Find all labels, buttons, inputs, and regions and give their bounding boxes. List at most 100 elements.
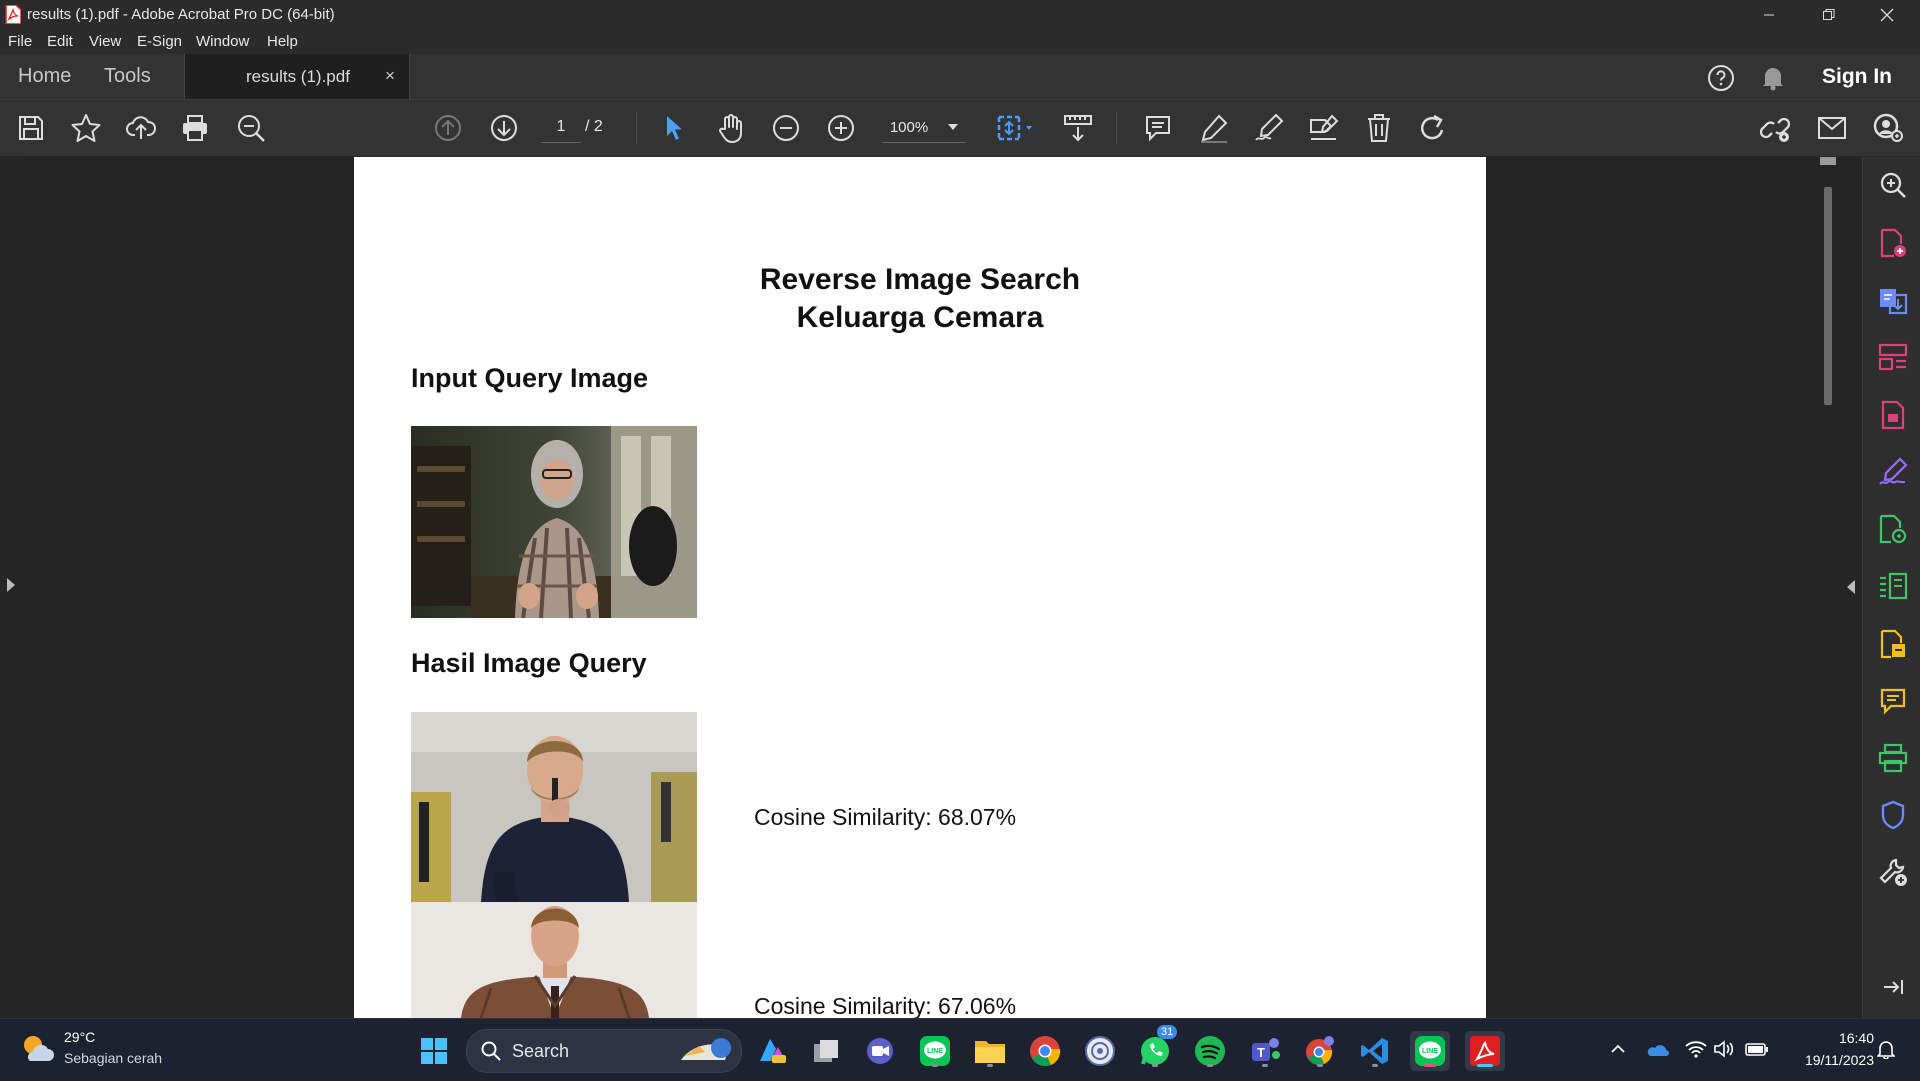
delete-trash-icon[interactable] xyxy=(1359,108,1399,148)
show-hidden-icons-chevron-icon[interactable] xyxy=(1606,1037,1630,1061)
search-zoom-icon[interactable] xyxy=(1877,169,1909,201)
zoom-search-icon[interactable] xyxy=(231,108,271,148)
copilot-preview-icon[interactable] xyxy=(752,1031,792,1071)
volume-icon[interactable] xyxy=(1712,1037,1736,1061)
input-query-image xyxy=(411,426,697,618)
comment-icon[interactable] xyxy=(1138,108,1178,148)
menu-edit[interactable]: Edit xyxy=(47,33,73,50)
result-similarity-2: Cosine Similarity: 67.06% xyxy=(754,993,1017,1018)
chrome-icon[interactable] xyxy=(1025,1031,1065,1071)
menu-help[interactable]: Help xyxy=(267,33,298,50)
bookmark-star-icon[interactable] xyxy=(66,108,106,148)
close-window-button[interactable] xyxy=(1858,0,1916,29)
spotify-icon[interactable] xyxy=(1190,1031,1230,1071)
onedrive-cloud-icon[interactable] xyxy=(1644,1037,1670,1061)
page-number-input[interactable]: 1 xyxy=(541,112,581,143)
help-icon[interactable] xyxy=(1704,61,1738,95)
collapse-right-panel-icon[interactable] xyxy=(1844,577,1858,597)
draw-signature-icon[interactable] xyxy=(1249,108,1289,148)
vertical-scrollbar[interactable] xyxy=(1818,157,1838,1018)
notification-bell-icon[interactable] xyxy=(1874,1037,1898,1061)
meet-video-icon[interactable] xyxy=(860,1031,900,1071)
share-people-icon[interactable] xyxy=(1868,108,1908,148)
tab-tools[interactable]: Tools xyxy=(104,65,151,88)
print-icon[interactable] xyxy=(175,108,215,148)
comment-tool-icon[interactable] xyxy=(1877,685,1909,717)
previous-page-icon[interactable] xyxy=(428,108,468,148)
clock-time[interactable]: 16:40 xyxy=(1786,1030,1874,1046)
fill-sign-icon[interactable] xyxy=(1877,456,1909,488)
teams-icon[interactable]: T xyxy=(1245,1031,1285,1071)
page-fit-icon[interactable] xyxy=(990,108,1040,148)
running-indicator xyxy=(1207,1064,1213,1067)
share-link-icon[interactable] xyxy=(1756,108,1796,148)
zoom-in-icon[interactable] xyxy=(821,108,861,148)
expand-left-panel-icon[interactable] xyxy=(2,575,20,595)
search-highlight-icon xyxy=(677,1034,733,1068)
document-tab-label: results (1).pdf xyxy=(246,67,350,86)
svg-text:T: T xyxy=(1257,1045,1265,1060)
zoom-out-icon[interactable] xyxy=(766,108,806,148)
vscode-icon[interactable] xyxy=(1355,1031,1395,1071)
result-image-2 xyxy=(411,902,697,1018)
line-app-icon[interactable]: LINE xyxy=(915,1031,955,1071)
svg-text:LINE: LINE xyxy=(1422,1048,1438,1055)
scrollbar-thumb[interactable] xyxy=(1824,187,1832,405)
battery-icon[interactable] xyxy=(1744,1037,1770,1061)
menu-file[interactable]: File xyxy=(8,33,32,50)
create-pdf-icon[interactable] xyxy=(1877,227,1909,259)
menu-esign[interactable]: E-Sign xyxy=(137,33,182,50)
zoom-level-select[interactable]: 100% xyxy=(882,112,966,143)
search-icon xyxy=(481,1041,501,1061)
file-manager-icon[interactable] xyxy=(806,1031,846,1071)
print-production-icon[interactable] xyxy=(1877,742,1909,774)
combine-files-icon[interactable] xyxy=(1877,570,1909,602)
minimize-button[interactable] xyxy=(1740,0,1798,29)
protect-shield-icon[interactable] xyxy=(1877,799,1909,831)
notifications-bell-icon[interactable] xyxy=(1756,61,1790,95)
windows-start-icon[interactable] xyxy=(414,1031,454,1071)
close-tab-icon[interactable]: × xyxy=(385,66,395,86)
collapse-rail-icon[interactable] xyxy=(1877,973,1909,1001)
weather-temperature: 29°C xyxy=(64,1029,96,1045)
hand-tool-icon[interactable] xyxy=(711,108,751,148)
chevron-down-icon xyxy=(948,124,959,130)
rotate-icon[interactable] xyxy=(1413,108,1453,148)
weather-description: Sebagian cerah xyxy=(64,1050,163,1066)
university-app-icon[interactable] xyxy=(1080,1031,1120,1071)
highlight-pen-icon[interactable] xyxy=(1194,108,1234,148)
weather-icon[interactable] xyxy=(20,1033,54,1063)
scroll-mode-icon[interactable] xyxy=(1058,108,1098,148)
sign-in-button[interactable]: Sign In xyxy=(1822,65,1892,89)
acrobat-taskbar-icon[interactable] xyxy=(1465,1031,1505,1071)
scan-ocr-icon[interactable] xyxy=(1877,628,1909,660)
result-similarity-1: Cosine Similarity: 68.07% xyxy=(754,804,1017,830)
more-tools-icon[interactable] xyxy=(1877,856,1909,888)
line-app-active-icon[interactable]: LINE xyxy=(1410,1031,1450,1071)
select-cursor-icon[interactable] xyxy=(655,108,695,148)
next-page-icon[interactable] xyxy=(484,108,524,148)
export-pdf-icon[interactable] xyxy=(1877,284,1909,316)
request-signature-icon[interactable] xyxy=(1877,513,1909,545)
menu-view[interactable]: View xyxy=(89,33,121,50)
chrome-profile-icon[interactable] xyxy=(1300,1031,1340,1071)
edit-pdf-icon[interactable] xyxy=(1877,399,1909,431)
email-envelope-icon[interactable] xyxy=(1812,108,1852,148)
edit-text-icon[interactable] xyxy=(1304,108,1344,148)
taskbar-search-box[interactable]: Search xyxy=(466,1029,742,1073)
whatsapp-icon[interactable]: 31 xyxy=(1135,1025,1178,1071)
save-icon[interactable] xyxy=(11,108,51,148)
organize-pages-icon[interactable] xyxy=(1877,341,1909,373)
tab-home[interactable]: Home xyxy=(18,65,71,88)
running-indicator xyxy=(1317,1064,1323,1067)
clock-date[interactable]: 19/11/2023 xyxy=(1776,1052,1874,1068)
wifi-icon[interactable] xyxy=(1684,1037,1708,1061)
toolbar-divider xyxy=(1116,112,1117,144)
upload-cloud-icon[interactable] xyxy=(121,108,161,148)
left-panel-collapsed xyxy=(0,157,22,1018)
restore-button[interactable] xyxy=(1800,0,1858,29)
menu-window[interactable]: Window xyxy=(196,33,249,50)
input-heading: Input Query Image xyxy=(411,363,649,393)
tab-document[interactable]: results (1).pdf × xyxy=(184,54,410,99)
file-explorer-icon[interactable] xyxy=(970,1031,1010,1071)
